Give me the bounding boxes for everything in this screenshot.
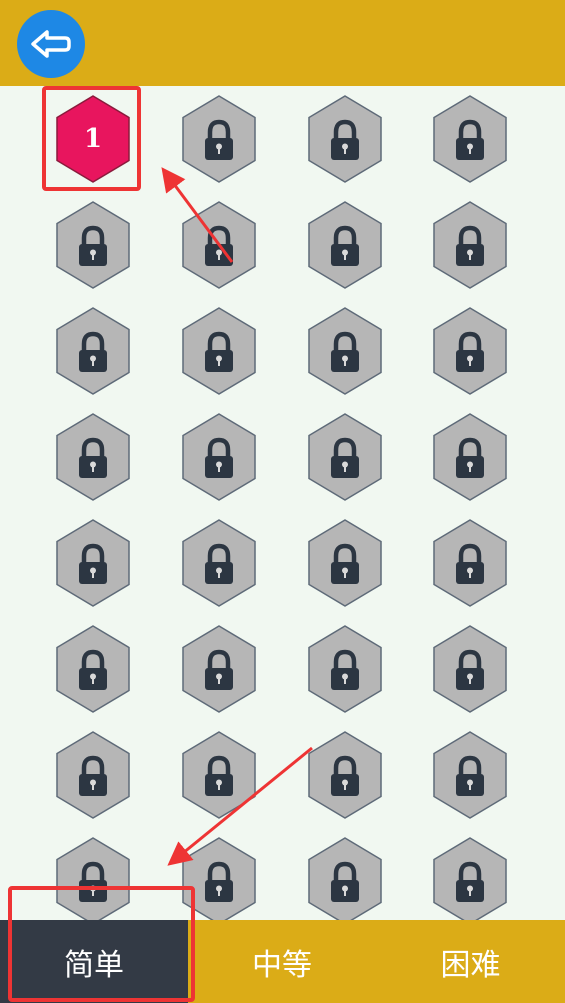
difficulty-tab-bar: 简单 中等 困难 bbox=[0, 920, 565, 1003]
locked-level-button[interactable] bbox=[430, 200, 510, 290]
locked-level-button[interactable] bbox=[430, 624, 510, 714]
level-grid: 1 bbox=[0, 86, 565, 920]
locked-level-button[interactable] bbox=[179, 94, 259, 184]
locked-level-button[interactable] bbox=[179, 200, 259, 290]
back-button[interactable] bbox=[17, 10, 85, 78]
level-number: 1 bbox=[83, 124, 103, 154]
locked-level-button[interactable] bbox=[179, 412, 259, 502]
back-arrow-icon bbox=[31, 30, 71, 58]
locked-level-button[interactable] bbox=[179, 730, 259, 820]
level-1-button[interactable]: 1 bbox=[53, 94, 133, 184]
locked-level-button[interactable] bbox=[53, 518, 133, 608]
locked-level-button[interactable] bbox=[53, 200, 133, 290]
locked-level-button[interactable] bbox=[430, 836, 510, 920]
locked-level-button[interactable] bbox=[305, 624, 385, 714]
locked-level-button[interactable] bbox=[305, 412, 385, 502]
locked-level-button[interactable] bbox=[430, 94, 510, 184]
tab-hard[interactable]: 困难 bbox=[376, 920, 565, 1003]
locked-level-button[interactable] bbox=[53, 306, 133, 396]
locked-level-button[interactable] bbox=[305, 200, 385, 290]
locked-level-button[interactable] bbox=[305, 730, 385, 820]
locked-level-button[interactable] bbox=[53, 412, 133, 502]
locked-level-button[interactable] bbox=[179, 836, 259, 920]
locked-level-button[interactable] bbox=[430, 306, 510, 396]
locked-level-button[interactable] bbox=[430, 730, 510, 820]
locked-level-button[interactable] bbox=[179, 518, 259, 608]
locked-level-button[interactable] bbox=[53, 730, 133, 820]
locked-level-button[interactable] bbox=[430, 412, 510, 502]
locked-level-button[interactable] bbox=[305, 306, 385, 396]
locked-level-button[interactable] bbox=[53, 624, 133, 714]
tab-easy[interactable]: 简单 bbox=[0, 920, 188, 1003]
locked-level-button[interactable] bbox=[179, 624, 259, 714]
locked-level-button[interactable] bbox=[430, 518, 510, 608]
tab-medium[interactable]: 中等 bbox=[188, 920, 376, 1003]
locked-level-button[interactable] bbox=[179, 306, 259, 396]
locked-level-button[interactable] bbox=[53, 836, 133, 920]
locked-level-button[interactable] bbox=[305, 94, 385, 184]
top-bar bbox=[0, 0, 565, 86]
locked-level-button[interactable] bbox=[305, 518, 385, 608]
locked-level-button[interactable] bbox=[305, 836, 385, 920]
